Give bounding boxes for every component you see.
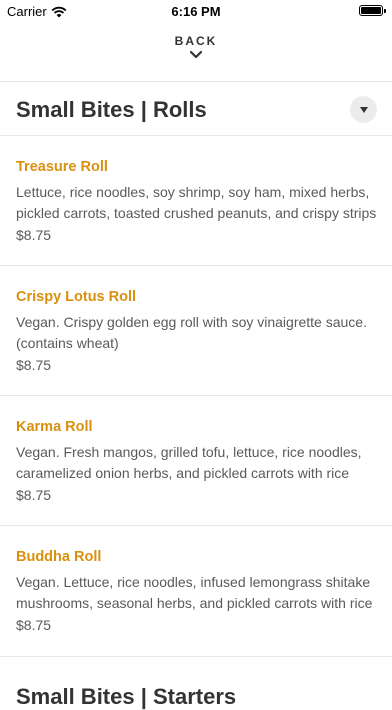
battery-icon <box>359 5 386 16</box>
item-name: Buddha Roll <box>16 549 102 565</box>
menu-item[interactable]: Crispy Lotus Roll Vegan. Crispy golden e… <box>0 266 392 395</box>
item-description: Vegan. Fresh mangos, grilled tofu, lettu… <box>16 444 362 481</box>
caret-down-icon <box>359 106 368 113</box>
item-description: Vegan. Lettuce, rice noodles, infused le… <box>16 574 373 611</box>
item-name: Treasure Roll <box>16 159 108 175</box>
menu-item[interactable]: Karma Roll Vegan. Fresh mangos, grilled … <box>0 396 392 525</box>
divider <box>0 656 392 657</box>
section-title: Small Bites | Rolls <box>16 97 207 122</box>
item-price: $8.75 <box>16 227 52 243</box>
item-description: Lettuce, rice noodles, soy shrimp, soy h… <box>16 184 377 221</box>
item-description: Vegan. Crispy golden egg roll with soy v… <box>16 314 367 351</box>
next-section-title: Small Bites | Starters <box>16 684 237 709</box>
item-name: Crispy Lotus Roll <box>16 289 137 305</box>
section-dropdown-button[interactable] <box>350 96 377 123</box>
back-label: BACK <box>174 34 218 48</box>
item-name: Karma Roll <box>16 419 93 435</box>
section-header: Small Bites | Rolls <box>0 82 392 136</box>
status-time: 6:16 PM <box>171 4 221 19</box>
item-price: $8.75 <box>16 487 52 503</box>
item-price: $8.75 <box>16 357 52 373</box>
menu-item[interactable]: Treasure Roll Lettuce, rice noodles, soy… <box>0 136 392 265</box>
chevron-down-icon <box>189 50 203 59</box>
status-bar: Carrier 6:16 PM <box>0 0 392 22</box>
back-button[interactable]: BACK <box>0 34 392 74</box>
menu-item[interactable]: Buddha Roll Vegan. Lettuce, rice noodles… <box>0 526 392 656</box>
item-price: $8.75 <box>16 617 52 633</box>
